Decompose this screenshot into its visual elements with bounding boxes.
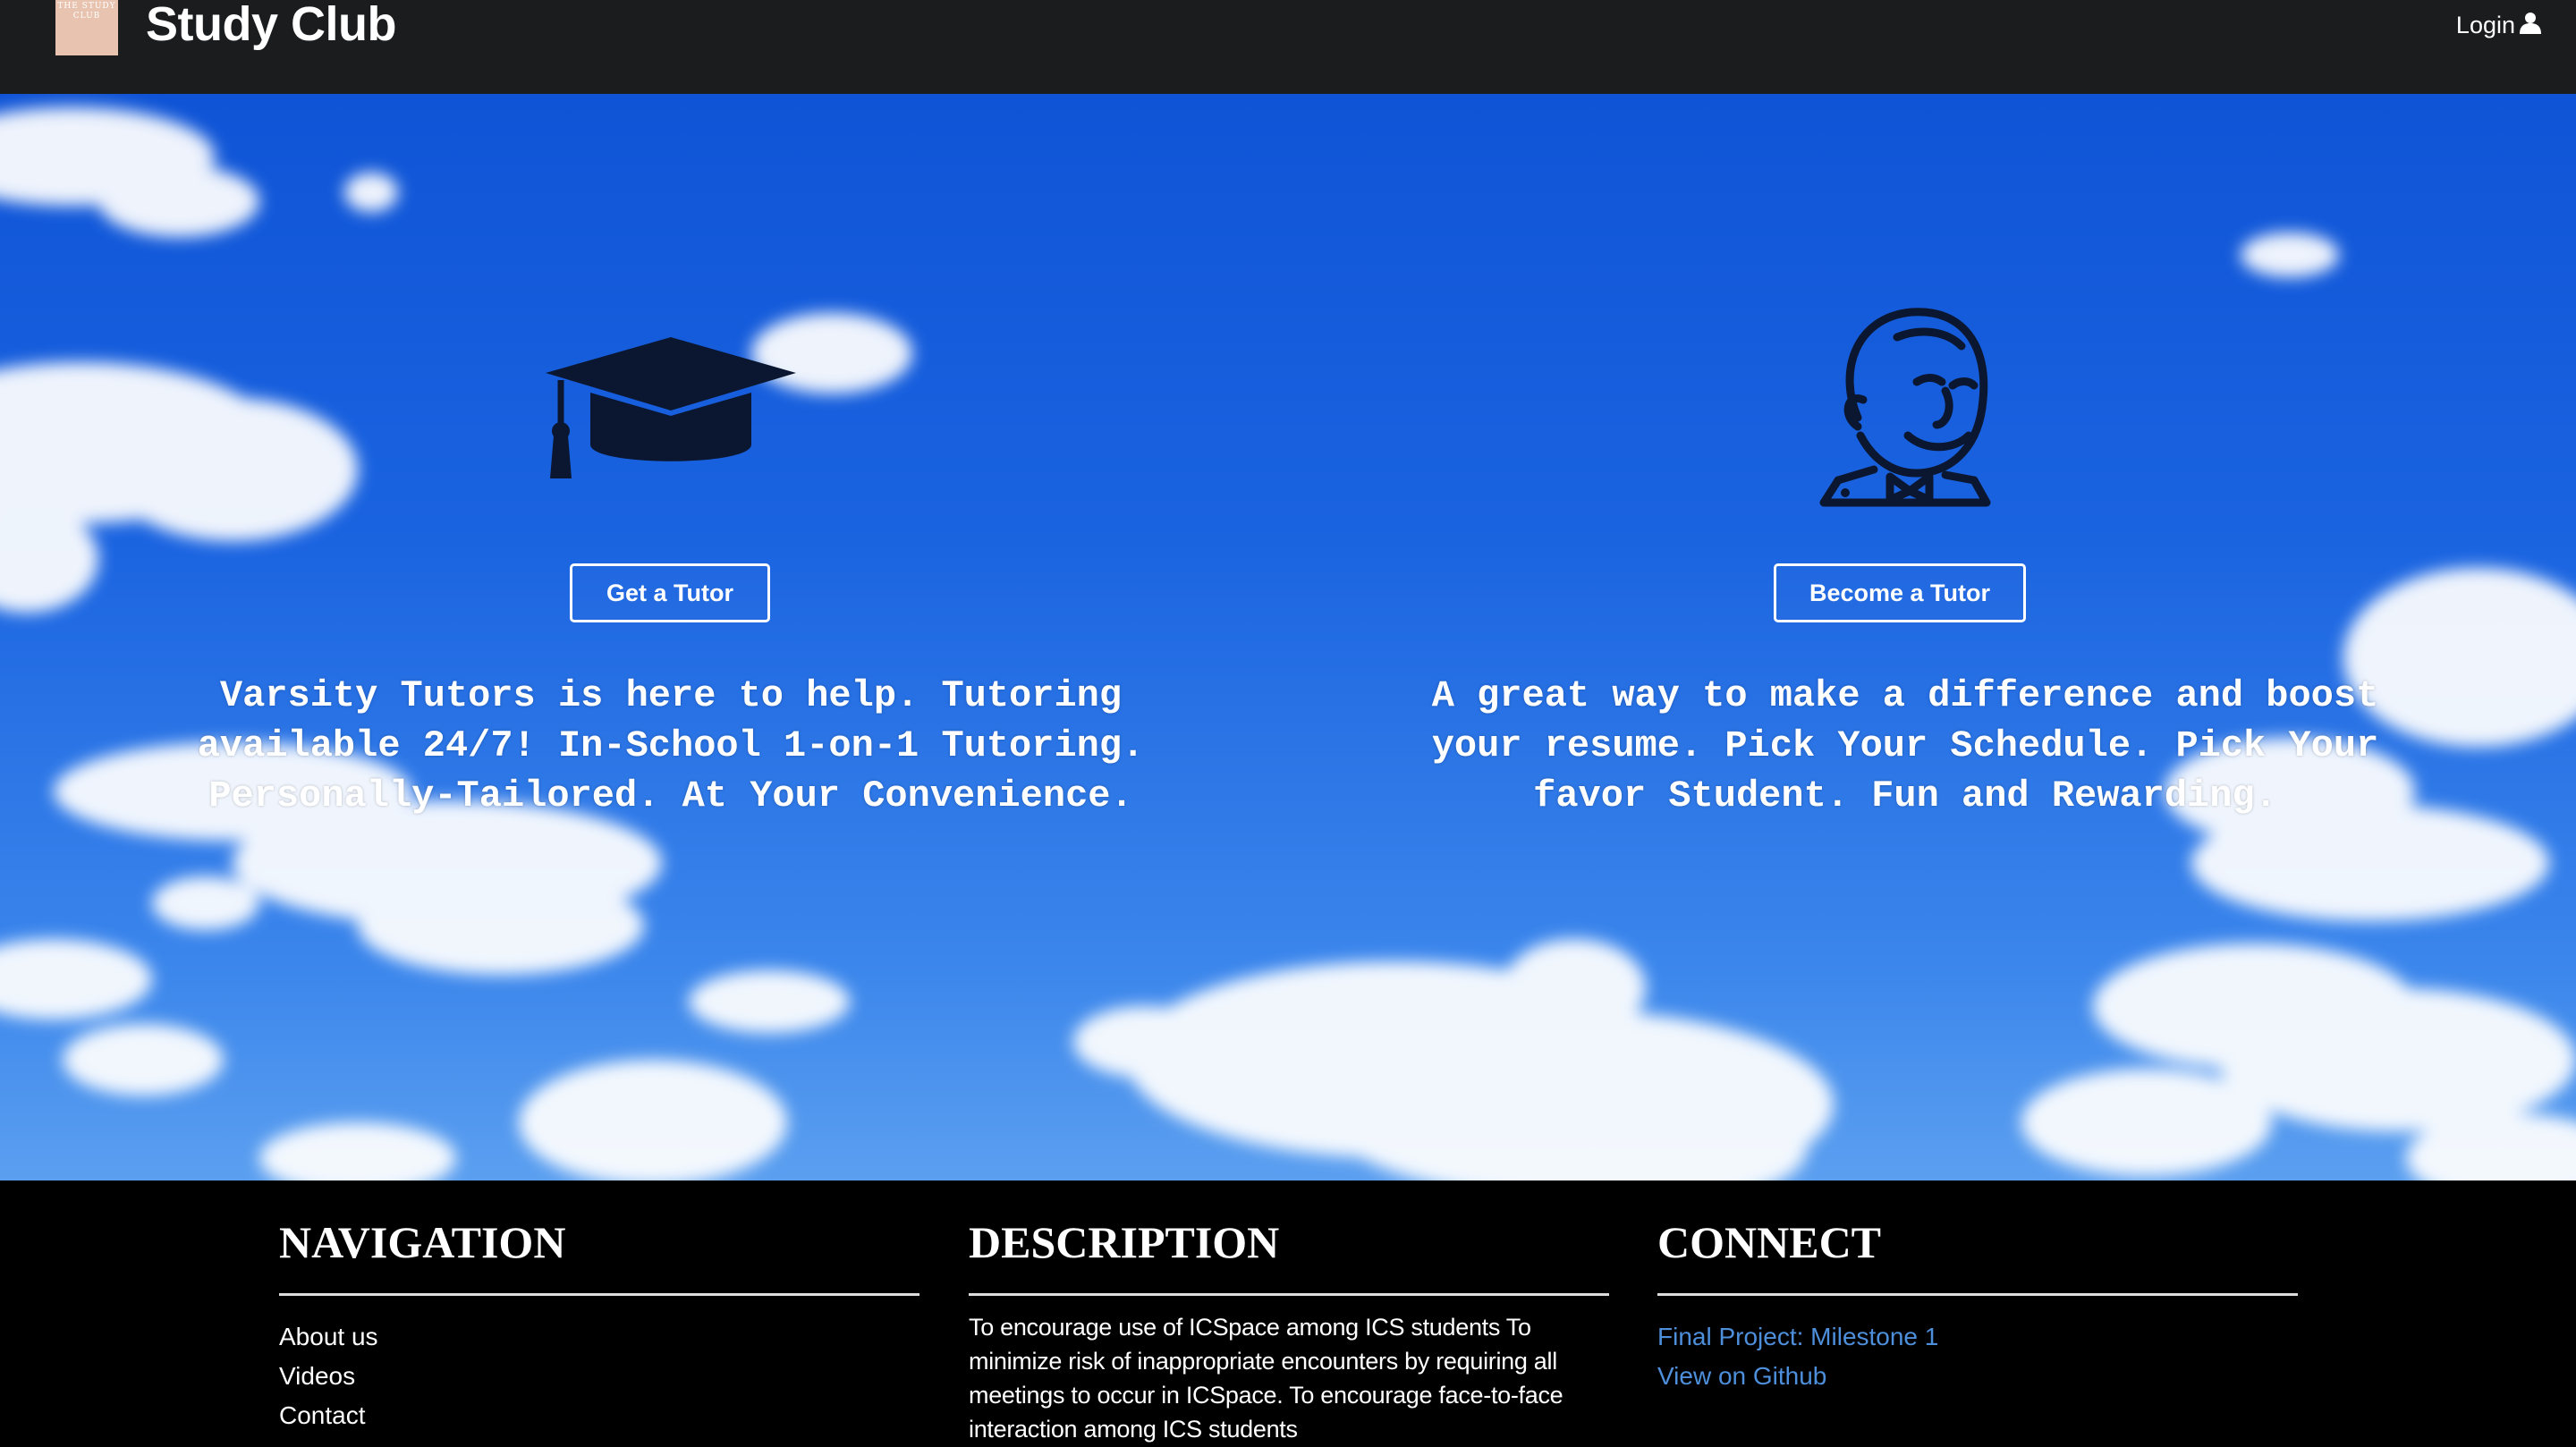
footer-connect-column: CONNECT Final Project: Milestone 1 View … xyxy=(1657,1214,2298,1396)
footer-description-column: DESCRIPTION To encourage use of ICSpace … xyxy=(969,1214,1609,1446)
navigation-links: About us Videos Contact xyxy=(279,1317,919,1435)
site-footer: NAVIGATION About us Videos Contact DESCR… xyxy=(0,1180,2576,1447)
description-heading: DESCRIPTION xyxy=(969,1217,1280,1267)
jenkins-butler-icon xyxy=(1386,301,2424,509)
final-project-link[interactable]: Final Project: Milestone 1 xyxy=(1657,1317,2298,1357)
navigation-divider xyxy=(279,1293,919,1296)
login-button[interactable]: Login xyxy=(2456,11,2542,40)
user-icon xyxy=(2519,11,2542,40)
hero-section: Get a Tutor Varsity Tutors is here to he… xyxy=(0,94,2576,1180)
connect-divider xyxy=(1657,1293,2298,1296)
sky-clouds-background xyxy=(0,107,2576,1180)
tutor-description: A great way to make a difference and boo… xyxy=(1431,674,2379,817)
graduation-cap-icon xyxy=(152,328,1190,489)
description-text: To encourage use of ICSpace among ICS st… xyxy=(969,1314,1563,1443)
brand-title[interactable]: Study Club xyxy=(146,0,396,52)
connect-heading: CONNECT xyxy=(1657,1217,1882,1267)
about-us-link[interactable]: About us xyxy=(279,1317,919,1357)
github-link[interactable]: View on Github xyxy=(1657,1357,2298,1396)
description-divider xyxy=(969,1293,1609,1296)
connect-links: Final Project: Milestone 1 View on Githu… xyxy=(1657,1317,2298,1396)
contact-link[interactable]: Contact xyxy=(279,1396,919,1435)
footer-navigation-column: NAVIGATION About us Videos Contact xyxy=(279,1214,919,1435)
navigation-heading: NAVIGATION xyxy=(279,1217,566,1267)
club-logo[interactable]: THE STUDY CLUB xyxy=(55,0,118,55)
get-a-tutor-button[interactable]: Get a Tutor xyxy=(570,563,770,622)
top-navbar: THE STUDY CLUB Study Club Login xyxy=(0,0,2576,94)
videos-link[interactable]: Videos xyxy=(279,1357,919,1396)
student-description: Varsity Tutors is here to help. Tutoring… xyxy=(197,674,1145,817)
become-a-tutor-button[interactable]: Become a Tutor xyxy=(1774,563,2026,622)
login-label: Login xyxy=(2455,12,2515,38)
